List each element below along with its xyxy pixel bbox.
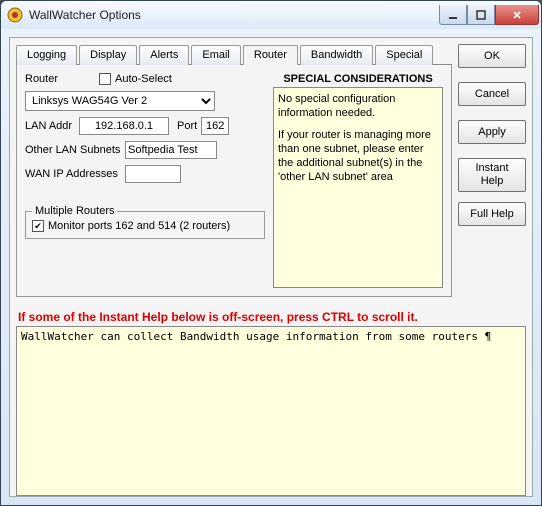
multiple-routers-group: Multiple Routers ✔ Monitor ports 162 and… xyxy=(25,211,265,239)
lan-addr-label: LAN Addr xyxy=(25,120,75,132)
options-window: WallWatcher Options Logging Display Aler… xyxy=(0,0,542,506)
side-buttons: OK Cancel Apply Instant Help Full Help xyxy=(458,44,526,302)
other-subnets-label: Other LAN Subnets xyxy=(25,144,121,156)
other-subnets-input[interactable] xyxy=(125,141,217,159)
wan-ip-label: WAN IP Addresses xyxy=(25,168,121,180)
tab-bandwidth[interactable]: Bandwidth xyxy=(300,45,373,65)
close-button[interactable] xyxy=(495,5,539,25)
tab-special[interactable]: Special xyxy=(375,45,433,65)
minimize-button[interactable] xyxy=(439,5,467,25)
tab-alerts[interactable]: Alerts xyxy=(139,45,189,65)
lan-addr-input[interactable] xyxy=(79,117,169,135)
cancel-button[interactable]: Cancel xyxy=(458,82,526,106)
tabstrip: Logging Display Alerts Email Router Band… xyxy=(16,44,452,65)
auto-select-checkbox[interactable]: Auto-Select xyxy=(99,73,172,85)
wan-ip-input[interactable] xyxy=(125,165,181,183)
tab-email[interactable]: Email xyxy=(191,45,241,65)
tab-display[interactable]: Display xyxy=(79,45,137,65)
monitor-ports-label: Monitor ports 162 and 514 (2 routers) xyxy=(48,220,230,232)
outer-panel: Logging Display Alerts Email Router Band… xyxy=(9,37,533,497)
checkbox-icon xyxy=(99,73,111,85)
tab-router[interactable]: Router xyxy=(243,45,298,65)
full-help-button[interactable]: Full Help xyxy=(458,202,526,226)
special-considerations: SPECIAL CONSIDERATIONS No special config… xyxy=(273,73,443,288)
checkbox-icon: ✔ xyxy=(32,220,44,232)
client-area: Logging Display Alerts Email Router Band… xyxy=(1,29,541,505)
auto-select-label: Auto-Select xyxy=(115,73,172,85)
app-icon xyxy=(7,7,23,23)
monitor-ports-checkbox[interactable]: ✔ Monitor ports 162 and 514 (2 routers) xyxy=(32,220,258,232)
router-tabpanel: Router Auto-Select Linksys WAG54G Ver 2 xyxy=(16,65,452,297)
instant-help-notice: If some of the Instant Help below is off… xyxy=(18,310,524,324)
port-label: Port xyxy=(177,120,197,132)
maximize-button[interactable] xyxy=(467,5,495,25)
apply-button[interactable]: Apply xyxy=(458,120,526,144)
window-controls xyxy=(439,5,539,25)
tab-logging[interactable]: Logging xyxy=(16,45,77,65)
ok-button[interactable]: OK xyxy=(458,44,526,68)
instant-help-textarea[interactable] xyxy=(16,326,526,496)
router-label: Router xyxy=(25,73,95,85)
special-title: SPECIAL CONSIDERATIONS xyxy=(273,73,443,85)
instant-help-button[interactable]: Instant Help xyxy=(458,158,526,192)
router-form: Router Auto-Select Linksys WAG54G Ver 2 xyxy=(25,73,265,288)
group-title: Multiple Routers xyxy=(32,205,117,217)
port-input[interactable] xyxy=(201,117,229,135)
router-select[interactable]: Linksys WAG54G Ver 2 xyxy=(25,91,215,111)
window-title: WallWatcher Options xyxy=(29,8,439,22)
special-text: No special configuration information nee… xyxy=(273,87,443,288)
titlebar[interactable]: WallWatcher Options xyxy=(1,1,541,29)
